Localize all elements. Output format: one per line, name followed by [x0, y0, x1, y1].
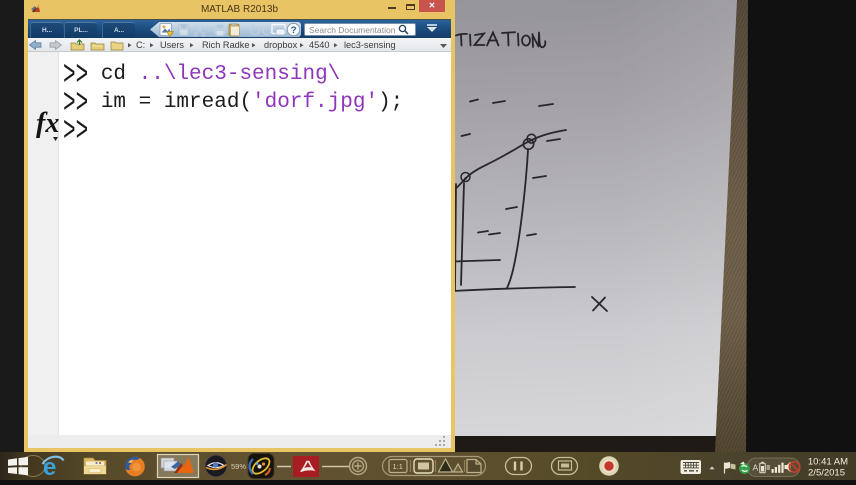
svg-text:10:41 AM: 10:41 AM: [808, 457, 848, 468]
svg-text:4540: 4540: [309, 40, 329, 50]
svg-text:59%: 59%: [231, 462, 246, 471]
svg-text:Rich Radke: Rich Radke: [202, 40, 250, 50]
svg-text:C:: C:: [136, 40, 145, 50]
svg-text:dropbox: dropbox: [264, 40, 298, 50]
svg-text:1:1: 1:1: [393, 462, 403, 471]
svg-text:?: ?: [291, 25, 297, 36]
svg-text:2/5/2015: 2/5/2015: [808, 468, 845, 479]
svg-text:A: A: [753, 463, 759, 473]
svg-text:lec3-sensing: lec3-sensing: [344, 40, 396, 50]
svg-text:Users: Users: [160, 40, 184, 50]
